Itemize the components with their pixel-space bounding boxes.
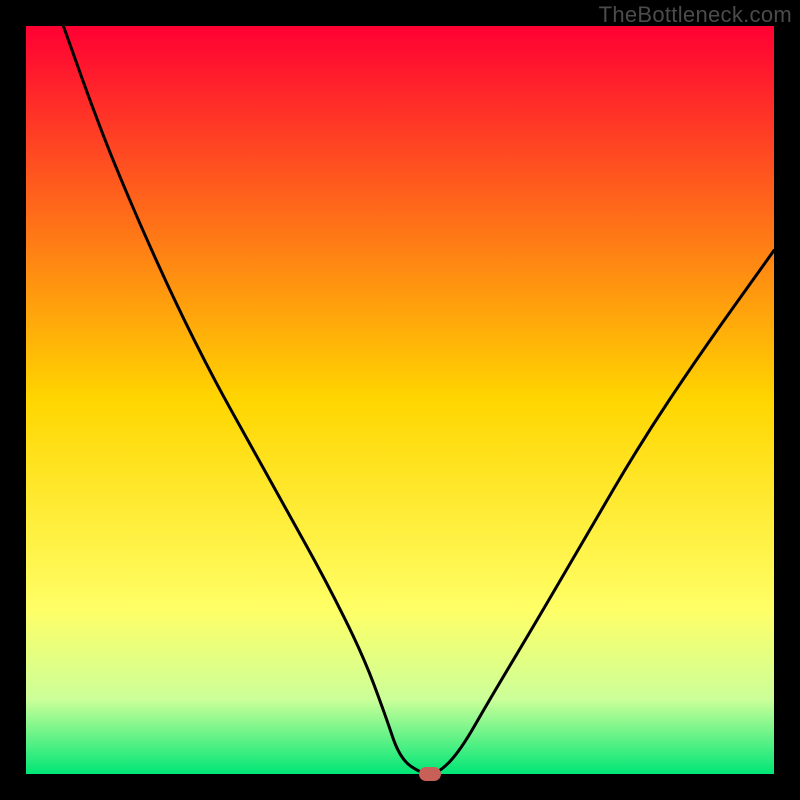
optimal-point-marker (419, 767, 441, 781)
gradient-background (26, 26, 774, 774)
chart-frame: TheBottleneck.com (0, 0, 800, 800)
plot-svg (26, 26, 774, 774)
plot-area (26, 26, 774, 774)
watermark-text: TheBottleneck.com (599, 2, 792, 28)
